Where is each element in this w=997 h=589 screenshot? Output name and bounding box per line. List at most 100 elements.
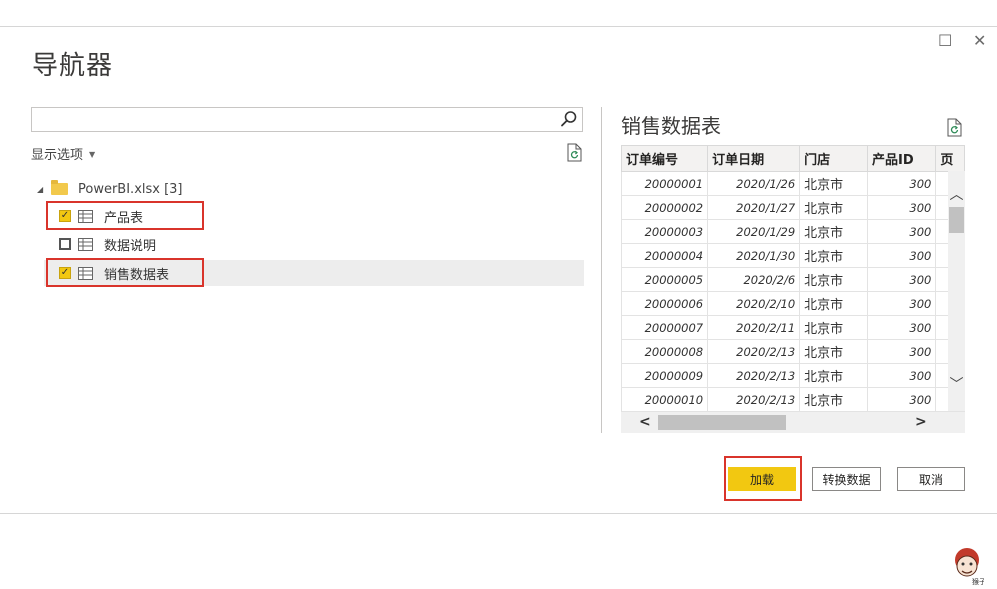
tree-root-file[interactable]: ◢ PowerBI.xlsx [3] xyxy=(37,179,183,199)
cell: 北京市 xyxy=(799,315,869,340)
column-header[interactable]: 产品ID xyxy=(867,145,937,172)
display-options-dropdown[interactable]: 显示选项 ▼ xyxy=(31,144,95,163)
column-header[interactable]: 门店 xyxy=(799,145,869,172)
cell: 20000005 xyxy=(621,267,709,292)
load-button[interactable]: 加载 xyxy=(728,467,796,491)
cell: 北京市 xyxy=(799,339,869,364)
horizontal-scrollbar[interactable]: < > xyxy=(621,412,965,433)
cell: 300 xyxy=(867,363,937,388)
cell: 2020/1/29 xyxy=(707,219,801,244)
close-icon[interactable]: ✕ xyxy=(973,32,986,50)
cell: 20000002 xyxy=(621,195,709,220)
table-icon xyxy=(78,237,93,251)
refresh-icon[interactable] xyxy=(946,118,963,137)
cell: 300 xyxy=(867,267,937,292)
cell: 2020/1/30 xyxy=(707,243,801,268)
cell: 北京市 xyxy=(799,267,869,292)
cell: 北京市 xyxy=(799,171,869,196)
search-box[interactable] xyxy=(31,107,583,132)
column-header[interactable]: 订单日期 xyxy=(707,145,801,172)
cell: 300 xyxy=(867,219,937,244)
cell: 北京市 xyxy=(799,387,869,412)
scrollbar-thumb[interactable] xyxy=(949,207,964,233)
cell: 2020/2/13 xyxy=(707,387,801,412)
cell: 20000006 xyxy=(621,291,709,316)
tree-item-label: 销售数据表 xyxy=(104,267,170,283)
cell: 2020/1/27 xyxy=(707,195,801,220)
cell: 2020/1/26 xyxy=(707,171,801,196)
cell: 北京市 xyxy=(799,195,869,220)
cell: 300 xyxy=(867,291,937,316)
pane-divider xyxy=(601,107,602,433)
chevron-down-icon[interactable]: ﹀ xyxy=(948,377,965,393)
checkbox-checked[interactable]: ✓ xyxy=(59,210,71,222)
table-row: 20000008 2020/2/13 北京市 300 xyxy=(621,339,965,364)
cell: 北京市 xyxy=(799,363,869,388)
search-icon[interactable] xyxy=(560,110,578,128)
cell: 300 xyxy=(867,195,937,220)
column-header[interactable]: 页 xyxy=(935,145,965,172)
cell: 2020/2/6 xyxy=(707,267,801,292)
top-divider xyxy=(0,26,997,27)
folder-icon xyxy=(51,180,68,195)
table-icon xyxy=(78,209,93,223)
cell: 2020/2/10 xyxy=(707,291,801,316)
cell: 300 xyxy=(867,339,937,364)
tree-item-label: 数据说明 xyxy=(104,238,157,254)
search-input[interactable] xyxy=(36,109,560,132)
cell: 300 xyxy=(867,387,937,412)
column-header[interactable]: 订单编号 xyxy=(621,145,709,172)
cancel-button[interactable]: 取消 xyxy=(897,467,965,491)
cell: 20000007 xyxy=(621,315,709,340)
cell: 20000008 xyxy=(621,339,709,364)
preview-grid[interactable]: 订单编号 订单日期 门店 产品ID 页 20000001 2020/1/26 北京市… xyxy=(621,145,965,433)
dialog-title: 导航器 xyxy=(32,51,114,81)
table-row: 20000005 2020/2/6 北京市 300 xyxy=(621,267,965,292)
table-row: 20000007 2020/2/11 北京市 300 xyxy=(621,315,965,340)
cell: 北京市 xyxy=(799,243,869,268)
table-row: 20000010 2020/2/13 北京市 300 xyxy=(621,387,965,412)
checkbox-unchecked[interactable] xyxy=(59,238,71,250)
preview-table: 订单编号 订单日期 门店 产品ID 页 20000001 2020/1/26 北京市… xyxy=(621,145,965,412)
vertical-scrollbar[interactable]: ︿ ﹀ xyxy=(948,171,965,411)
refresh-icon[interactable] xyxy=(566,143,583,162)
table-row: 20000003 2020/1/29 北京市 300 xyxy=(621,219,965,244)
cell: 2020/2/13 xyxy=(707,363,801,388)
cell: 300 xyxy=(867,171,937,196)
preview-title: 销售数据表 xyxy=(621,114,721,138)
tree-item-sales-table[interactable]: ✓ 销售数据表 xyxy=(44,260,584,286)
table-icon xyxy=(78,266,93,280)
watermark-text: 猴子 xyxy=(972,577,984,586)
chevron-right-icon[interactable]: > xyxy=(915,414,927,430)
cell: 300 xyxy=(867,315,937,340)
tree-item-product-table[interactable]: ✓ 产品表 xyxy=(44,203,584,229)
chevron-up-icon[interactable]: ︿ xyxy=(948,187,965,203)
cell: 300 xyxy=(867,243,937,268)
cell: 20000003 xyxy=(621,219,709,244)
tree-item-data-notes[interactable]: 数据说明 xyxy=(44,231,584,257)
tree-item-label: 产品表 xyxy=(104,210,144,226)
cell: 北京市 xyxy=(799,219,869,244)
cell: 20000010 xyxy=(621,387,709,412)
expand-triangle-icon[interactable]: ◢ xyxy=(37,185,51,194)
maximize-icon[interactable]: ☐ xyxy=(938,32,952,50)
table-row: 20000002 2020/1/27 北京市 300 xyxy=(621,195,965,220)
table-row: 20000006 2020/2/10 北京市 300 xyxy=(621,291,965,316)
table-row: 20000001 2020/1/26 北京市 300 xyxy=(621,171,965,196)
bottom-divider xyxy=(0,513,997,514)
table-row: 20000004 2020/1/30 北京市 300 xyxy=(621,243,965,268)
checkbox-checked[interactable]: ✓ xyxy=(59,267,71,279)
cell: 20000009 xyxy=(621,363,709,388)
cell: 20000001 xyxy=(621,171,709,196)
table-row: 20000009 2020/2/13 北京市 300 xyxy=(621,363,965,388)
cell: 20000004 xyxy=(621,243,709,268)
chevron-left-icon[interactable]: < xyxy=(639,414,651,430)
cell: 北京市 xyxy=(799,291,869,316)
cell: 2020/2/13 xyxy=(707,339,801,364)
monkey-logo-icon: 猴子 xyxy=(955,548,984,586)
scrollbar-thumb[interactable] xyxy=(658,415,786,430)
tree-root-label: PowerBI.xlsx [3] xyxy=(78,181,183,197)
transform-data-button[interactable]: 转换数据 xyxy=(812,467,881,491)
chevron-down-icon: ▼ xyxy=(89,150,96,159)
display-options-label: 显示选项 xyxy=(31,148,84,163)
